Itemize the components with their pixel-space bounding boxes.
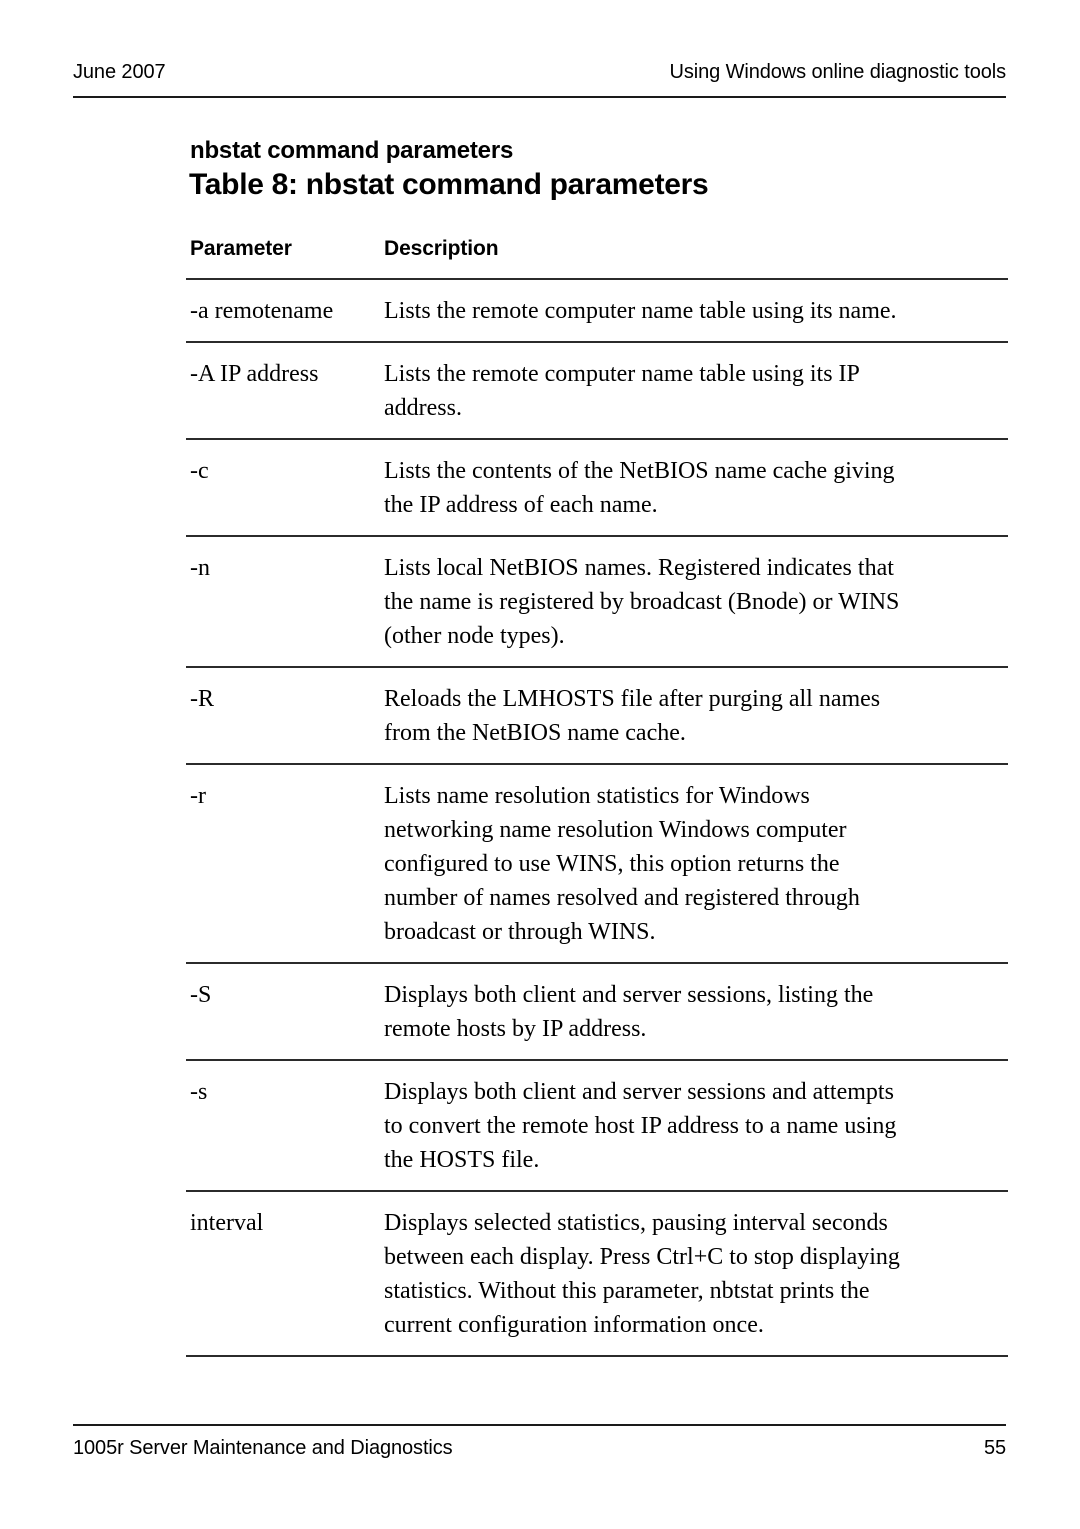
cell-description: Displays both client and server sessions… (378, 963, 1008, 1061)
cell-description: Lists name resolution statistics for Win… (378, 764, 1008, 964)
table-header-row: Parameter Description (186, 236, 1008, 280)
description-line: the name is registered by broadcast (Bno… (384, 589, 900, 615)
footer-page-number: 55 (983, 1437, 1006, 1459)
page-footer: 1005r Server Maintenance and Diagnostics… (73, 1435, 1006, 1461)
description-line: Lists the contents of the NetBIOS name c… (384, 458, 895, 484)
cell-parameter: -S (186, 963, 378, 1061)
description-line: Reloads the LMHOSTS file after purging a… (384, 686, 881, 712)
table-row: -a remotename Lists the remote computer n… (186, 279, 1008, 343)
cell-parameter: -s (186, 1060, 378, 1192)
description-line: Lists the remote computer name table usi… (384, 298, 897, 324)
description-line: (other node types). (384, 623, 565, 649)
cell-parameter: interval (186, 1191, 378, 1357)
description-line: remote hosts by IP address. (384, 1016, 647, 1042)
description-line: between each display. Press Ctrl+C to st… (384, 1244, 900, 1270)
cell-description: Displays both client and server sessions… (378, 1060, 1008, 1192)
table-row: -A IP address Lists the remote computer n… (186, 342, 1008, 440)
description-line: current configuration information once. (384, 1312, 764, 1338)
table-body: -a remotename Lists the remote computer n… (186, 279, 1008, 1357)
section-subtitle: nbstat command parameters (190, 137, 514, 164)
description-line: statistics. Without this parameter, nbts… (384, 1278, 870, 1304)
cell-parameter: -a remotename (186, 279, 378, 343)
cell-description: Lists the remote computer name table usi… (378, 279, 1008, 343)
table-row: -R Reloads the LMHOSTS file after purging… (186, 667, 1008, 765)
cell-description: Displays selected statistics, pausing in… (378, 1191, 1008, 1357)
cell-parameter: -r (186, 764, 378, 964)
cell-description: Lists local NetBIOS names. Registered in… (378, 536, 1008, 668)
description-line: configured to use WINS, this option retu… (384, 851, 840, 877)
description-line: Displays both client and server sessions… (384, 1079, 894, 1105)
header-date: June 2007 (73, 61, 166, 83)
cell-parameter: -n (186, 536, 378, 668)
table-row: interval Displays selected statistics, pa… (186, 1191, 1008, 1357)
table-row: -r Lists name resolution statistics for W… (186, 764, 1008, 964)
nbstat-parameters-table: Parameter Description -a remotename Lists… (186, 236, 1008, 1357)
description-line: Displays selected statistics, pausing in… (384, 1210, 888, 1236)
description-line: Displays both client and server sessions… (384, 982, 874, 1008)
footer-divider (73, 1424, 1006, 1426)
cell-parameter: -A IP address (186, 342, 378, 440)
cell-description: Reloads the LMHOSTS file after purging a… (378, 667, 1008, 765)
table-row: -c Lists the contents of the NetBIOS name… (186, 439, 1008, 537)
table-row: -n Lists local NetBIOS names. Registered … (186, 536, 1008, 668)
document-page: June 2007 Using Windows online diagnosti… (0, 0, 1080, 1529)
description-line: to convert the remote host IP address to… (384, 1113, 897, 1139)
header-section-title: Using Windows online diagnostic tools (669, 61, 1007, 83)
description-line: address. (384, 395, 462, 421)
description-line: the HOSTS file. (384, 1147, 540, 1173)
cell-parameter: -c (186, 439, 378, 537)
cell-description: Lists the contents of the NetBIOS name c… (378, 439, 1008, 537)
description-line: Lists name resolution statistics for Win… (384, 783, 810, 809)
description-line: Lists local NetBIOS names. Registered in… (384, 555, 894, 581)
description-line: networking name resolution Windows compu… (384, 817, 847, 843)
table-row: -s Displays both client and server sessio… (186, 1060, 1008, 1192)
column-header-description: Description (378, 236, 1008, 280)
description-line: broadcast or through WINS. (384, 919, 656, 945)
header-divider (73, 96, 1006, 98)
footer-document-title: 1005r Server Maintenance and Diagnostics (73, 1437, 453, 1459)
cell-parameter: -R (186, 667, 378, 765)
table-row: -S Displays both client and server sessio… (186, 963, 1008, 1061)
cell-description: Lists the remote computer name table usi… (378, 342, 1008, 440)
description-line: from the NetBIOS name cache. (384, 720, 686, 746)
page-title: Table 8: nbstat command parameters (189, 168, 709, 201)
description-line: number of names resolved and registered … (384, 885, 860, 911)
column-header-parameter: Parameter (186, 236, 378, 280)
description-line: the IP address of each name. (384, 492, 658, 518)
page-header: June 2007 Using Windows online diagnosti… (73, 60, 1006, 84)
description-line: Lists the remote computer name table usi… (384, 361, 860, 387)
